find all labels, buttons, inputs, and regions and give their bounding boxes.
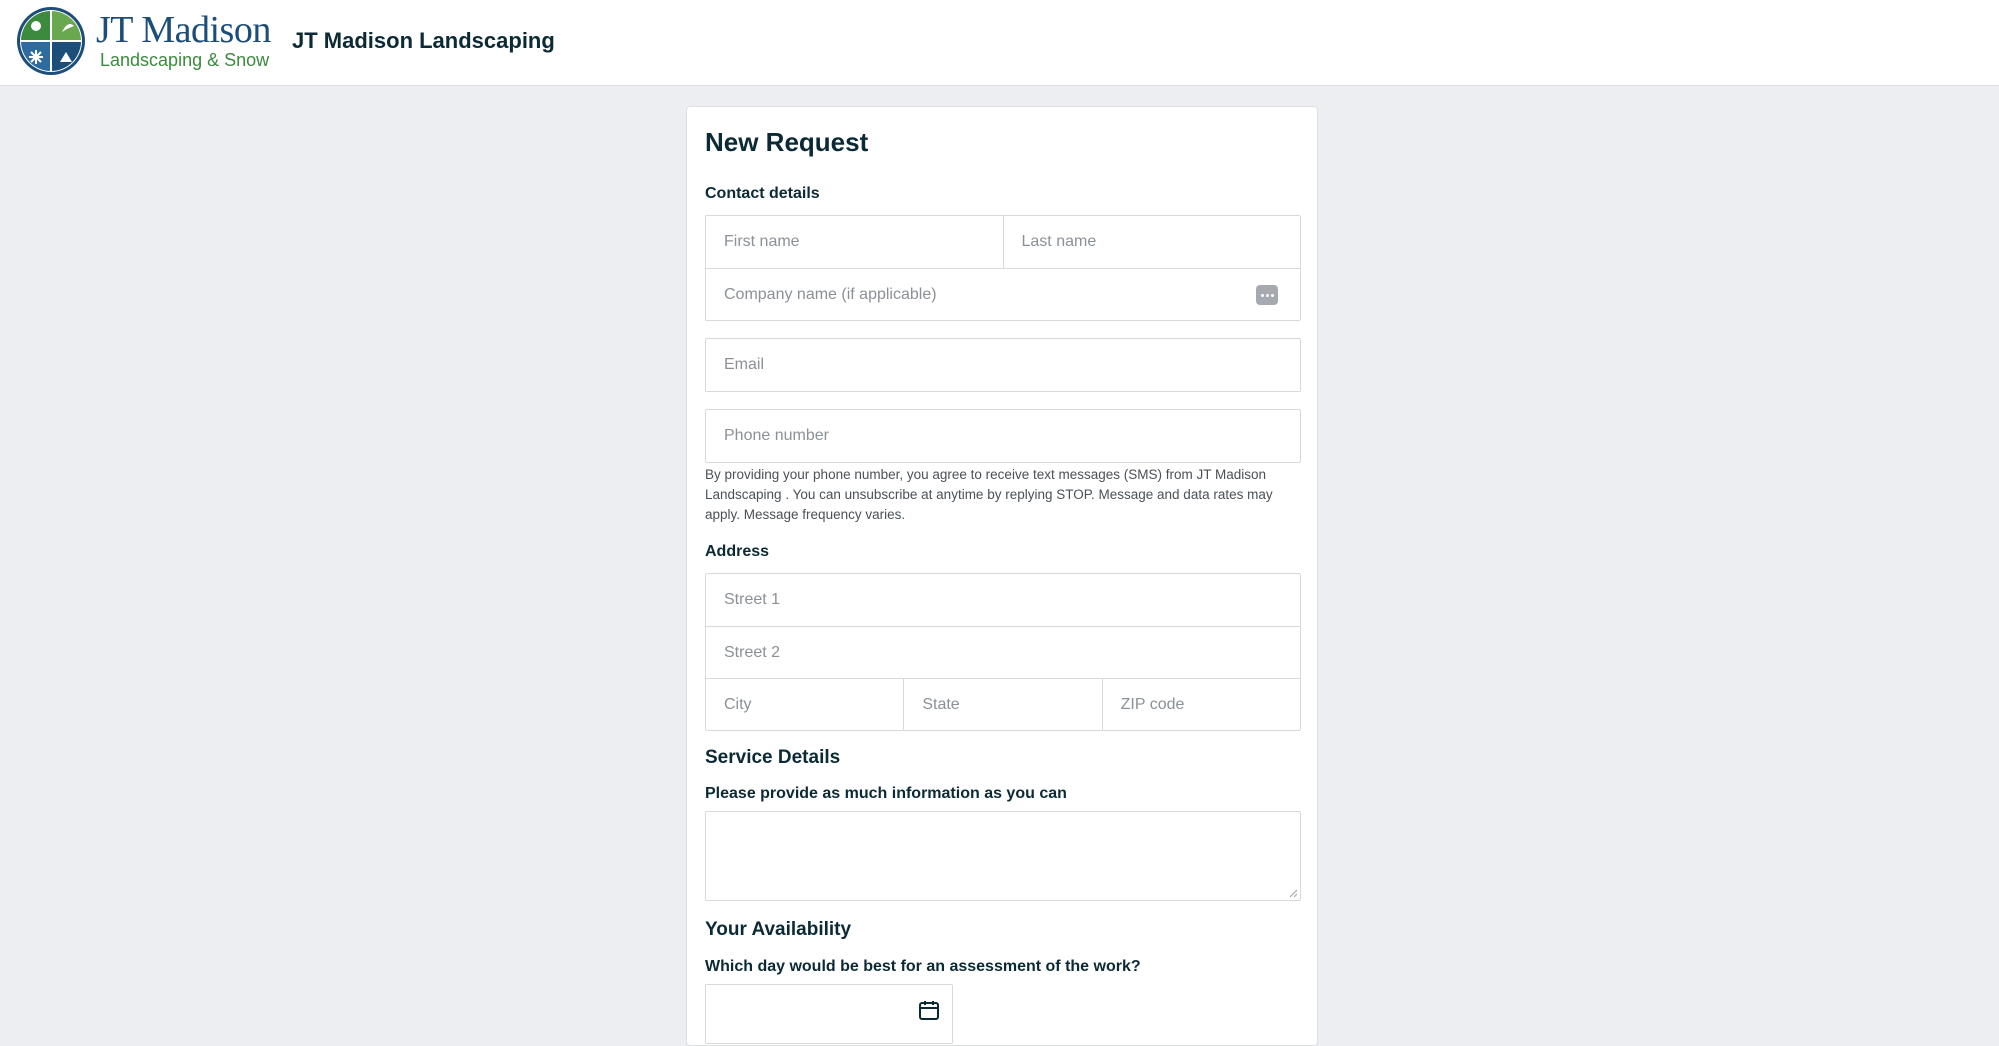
- company-logo[interactable]: JT Madison Landscaping & Snow: [14, 4, 276, 78]
- request-form-card: New Request Contact details First name L…: [686, 106, 1318, 1046]
- password-manager-icon[interactable]: [1256, 285, 1278, 305]
- email-input[interactable]: Email: [706, 339, 1300, 391]
- resize-grip-icon[interactable]: [1288, 888, 1298, 898]
- logo-emblem-icon: [17, 7, 85, 75]
- email-placeholder: Email: [724, 356, 765, 373]
- address-label: Address: [705, 543, 770, 560]
- form-title: New Request: [705, 127, 869, 157]
- city-placeholder: City: [724, 695, 752, 713]
- availability-question-label: Which day would be best for an assessmen…: [705, 958, 1141, 975]
- phone-group: Phone number: [705, 409, 1301, 463]
- contact-details-label: Contact details: [705, 185, 820, 202]
- email-group: Email: [705, 338, 1301, 392]
- street1-input[interactable]: Street 1: [706, 574, 1300, 626]
- company-name: JT Madison Landscaping: [292, 28, 555, 53]
- logo-title: JT Madison: [96, 9, 271, 51]
- state-placeholder: State: [922, 695, 960, 713]
- street2-placeholder: Street 2: [724, 643, 781, 661]
- company-name-placeholder: Company name (if applicable): [724, 285, 937, 303]
- calendar-icon[interactable]: [918, 999, 940, 1021]
- street2-input[interactable]: Street 2: [706, 627, 1300, 678]
- service-details-label: Please provide as much information as yo…: [705, 785, 1067, 802]
- city-input[interactable]: City: [706, 679, 903, 730]
- sms-consent-notice: By providing your phone number, you agre…: [705, 467, 1273, 522]
- street1-placeholder: Street 1: [724, 591, 781, 608]
- logo-subtitle: Landscaping & Snow: [100, 50, 270, 70]
- top-bar: JT Madison Landscaping & Snow JT Madison…: [0, 0, 1999, 86]
- assessment-date-input[interactable]: [705, 984, 953, 1044]
- last-name-placeholder: Last name: [1021, 233, 1097, 250]
- state-input[interactable]: State: [903, 679, 1101, 730]
- zip-placeholder: ZIP code: [1120, 695, 1185, 713]
- zip-input[interactable]: ZIP code: [1101, 679, 1300, 730]
- first-name-placeholder: First name: [724, 233, 800, 250]
- last-name-input[interactable]: Last name: [1002, 216, 1301, 268]
- first-name-input[interactable]: First name: [706, 216, 1003, 268]
- service-details-title: Service Details: [705, 747, 841, 768]
- service-details-textarea[interactable]: [705, 811, 1301, 901]
- phone-input[interactable]: Phone number: [706, 410, 1300, 462]
- contact-name-group: First name Last name Company name (if ap…: [705, 215, 1301, 321]
- availability-title: Your Availability: [705, 919, 852, 940]
- company-name-input[interactable]: Company name (if applicable): [706, 269, 1300, 320]
- phone-placeholder: Phone number: [724, 427, 829, 444]
- address-group: Street 1 Street 2 City State ZIP code: [705, 573, 1301, 731]
